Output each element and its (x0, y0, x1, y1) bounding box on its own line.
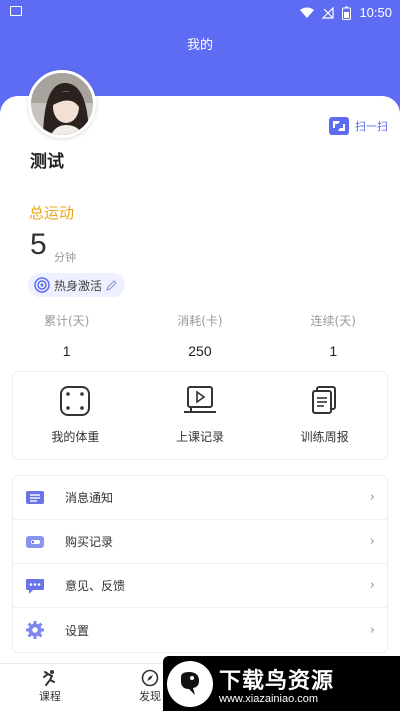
avatar[interactable] (28, 70, 96, 138)
target-icon (34, 277, 50, 293)
stat-cumulative-days: 累计(天) 1 (0, 312, 133, 359)
quick-action-label: 我的体重 (51, 430, 100, 444)
chevron-right-icon: › (369, 490, 375, 505)
warmup-badge[interactable]: 热身激活 (28, 273, 126, 297)
warmup-badge-label: 热身激活 (54, 278, 103, 293)
stat-label: 连续(天) (310, 314, 356, 328)
menu-item-purchases[interactable]: 购买记录 › (13, 520, 387, 564)
quick-actions: 我的体重 上课记录 训练周报 (12, 371, 388, 460)
menu-item-notifications[interactable]: 消息通知 › (13, 476, 387, 520)
quick-action-label: 上课记录 (176, 430, 225, 444)
quick-action-class-record[interactable]: 上课记录 (138, 372, 263, 459)
menu-item-label: 设置 (65, 623, 90, 638)
class-record-icon (183, 384, 217, 418)
menu-item-label: 意见、反馈 (65, 579, 126, 593)
chevron-right-icon: › (369, 534, 375, 549)
menu-item-label: 消息通知 (65, 491, 114, 505)
stat-calories: 消耗(卡) 250 (133, 312, 266, 359)
tab-label: 课程 (39, 690, 61, 703)
scan-button[interactable]: 扫一扫 (329, 117, 388, 135)
settings-menu: 消息通知 › 购买记录 › 意见、反馈 › 设置 › (12, 475, 388, 653)
scale-icon (58, 384, 92, 418)
weekly-report-icon (308, 384, 342, 418)
page-title: 我的 (186, 38, 213, 53)
watermark-url: www.xiazainiao.com (219, 692, 319, 705)
quick-action-label: 训练周报 (300, 430, 349, 444)
total-exercise-unit: 分钟 (54, 251, 76, 264)
run-icon (25, 668, 75, 688)
chevron-right-icon: › (369, 578, 375, 593)
chevron-right-icon: › (369, 622, 375, 638)
tab-courses[interactable]: 课程 (25, 668, 75, 704)
menu-item-label: 购买记录 (65, 535, 114, 549)
watermark-name: 下载鸟资源 (219, 668, 335, 694)
stat-label: 累计(天) (43, 314, 90, 328)
stats-row: 累计(天) 1 消耗(卡) 250 连续(天) 1 (0, 312, 400, 359)
watermark-logo (167, 660, 213, 707)
gallery-notification-icon (10, 6, 22, 16)
clock: 10:50 (359, 5, 392, 20)
wifi-icon (300, 7, 315, 18)
feedback-icon (25, 576, 45, 596)
scan-label: 扫一扫 (355, 120, 388, 133)
message-icon (25, 488, 45, 508)
wallet-icon (25, 532, 45, 552)
quick-action-weekly-report[interactable]: 训练周报 (262, 372, 387, 459)
quick-action-weight[interactable]: 我的体重 (13, 372, 138, 459)
stat-value: 1 (329, 343, 338, 359)
username: 测试 (30, 152, 64, 172)
no-signal-icon (322, 6, 335, 19)
stat-streak-days: 连续(天) 1 (267, 312, 400, 359)
battery-icon (342, 6, 352, 20)
settings-icon (25, 620, 45, 640)
stat-value: 1 (62, 343, 71, 359)
status-bar: 10:50 (0, 0, 400, 26)
total-exercise-value: 5 (30, 228, 47, 261)
scan-icon (329, 117, 349, 135)
watermark: 下载鸟资源 www.xiazainiao.com (163, 656, 400, 711)
stat-label: 消耗(卡) (177, 314, 223, 328)
edit-icon (106, 279, 117, 291)
stat-value: 250 (188, 343, 212, 359)
menu-item-settings[interactable]: 设置 › (13, 608, 387, 652)
total-exercise-label: 总运动 (29, 204, 75, 222)
menu-item-feedback[interactable]: 意见、反馈 › (13, 564, 387, 608)
